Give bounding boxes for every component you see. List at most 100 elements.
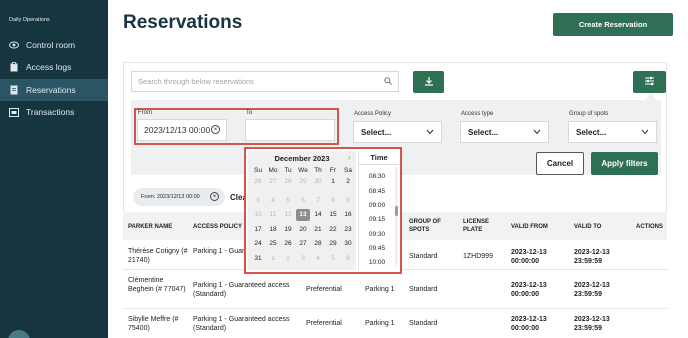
- avatar[interactable]: [8, 330, 30, 338]
- calendar-day[interactable]: 29: [296, 176, 310, 188]
- time-option[interactable]: 08:30: [359, 173, 395, 180]
- access-type-select[interactable]: Select...: [460, 121, 549, 143]
- sliders-icon: [644, 73, 655, 91]
- sidebar-item-label: Control room: [26, 40, 76, 50]
- cell-valid-to: 2023-12-13 23:59:59: [574, 249, 610, 266]
- calendar-day[interactable]: 28: [281, 176, 295, 188]
- column-header-parker-name[interactable]: PARKER NAME: [128, 223, 172, 231]
- create-reservation-button[interactable]: Create Reservation: [553, 13, 673, 36]
- sidebar-item-transactions[interactable]: Transactions: [0, 101, 108, 123]
- group-of-spots-value: Select...: [576, 127, 607, 137]
- calendar-day[interactable]: 1: [326, 176, 340, 188]
- time-option[interactable]: 09:45: [359, 245, 395, 252]
- next-month-icon[interactable]: ›: [348, 153, 351, 162]
- cell-access-type: Preferential: [306, 286, 342, 293]
- calendar-day[interactable]: 11: [266, 209, 280, 221]
- calendar-day[interactable]: 14: [311, 209, 325, 221]
- calendar-day[interactable]: 7: [311, 195, 325, 207]
- column-header-actions: ACTIONS: [636, 224, 663, 230]
- cell-parker-name[interactable]: Sibylle Meffre (# 75400): [128, 315, 188, 333]
- calendar-day[interactable]: 13: [296, 209, 310, 221]
- time-option[interactable]: 09:00: [359, 202, 395, 209]
- calendar-day[interactable]: 4: [266, 195, 280, 207]
- cell-valid-to: 2023-12-13 23:59:59: [574, 282, 610, 299]
- calendar-day[interactable]: 8: [326, 195, 340, 207]
- calendar-day[interactable]: 26: [281, 238, 295, 250]
- calendar-day[interactable]: 28: [311, 238, 325, 250]
- calendar-day[interactable]: 3: [251, 195, 265, 207]
- calendar-day[interactable]: 31: [251, 253, 265, 265]
- column-header-valid-to[interactable]: VALID TO: [574, 223, 601, 231]
- calendar-weekday: Mo: [268, 167, 278, 174]
- time-option[interactable]: 09:30: [359, 231, 395, 238]
- remove-filter-icon[interactable]: ×: [210, 192, 219, 201]
- calendar-day[interactable]: 21: [311, 224, 325, 236]
- calendar-day[interactable]: 15: [326, 209, 340, 221]
- calendar-day[interactable]: 3: [296, 253, 310, 265]
- search-input[interactable]: Search through below reservations: [131, 71, 399, 92]
- calendar-weekday: Th: [314, 167, 322, 174]
- calendar-day[interactable]: 6: [341, 253, 355, 265]
- time-header: Time: [359, 151, 399, 165]
- calendar-day[interactable]: 16: [341, 209, 355, 221]
- column-header-access-policy[interactable]: ACCESS POLICY: [193, 223, 242, 231]
- group-of-spots-select[interactable]: Select...: [568, 121, 657, 143]
- calendar-day[interactable]: 19: [281, 224, 295, 236]
- time-option[interactable]: 09:15: [359, 216, 395, 223]
- calendar-day[interactable]: 26: [251, 176, 265, 188]
- to-label: To: [246, 110, 253, 116]
- time-option[interactable]: 08:45: [359, 188, 395, 195]
- calendar-weekday: Tu: [284, 167, 292, 174]
- calendar-day[interactable]: 9: [341, 195, 355, 207]
- calendar-day[interactable]: 2: [281, 253, 295, 265]
- calendar-day[interactable]: 12: [281, 209, 295, 221]
- chevron-down-icon: [426, 128, 434, 137]
- calendar-day[interactable]: 1: [266, 253, 280, 265]
- column-header-group-of-spots[interactable]: GROUP OF SPOTS: [409, 218, 449, 234]
- access-type-label: Access type: [461, 111, 494, 117]
- calendar-day[interactable]: 24: [251, 238, 265, 250]
- time-scrollbar[interactable]: [395, 167, 398, 267]
- calendar-day[interactable]: 22: [326, 224, 340, 236]
- calendar-day[interactable]: 2: [341, 176, 355, 188]
- cancel-button[interactable]: Cancel: [536, 152, 584, 175]
- calendar-day[interactable]: 10: [251, 209, 265, 221]
- cell-parker-name[interactable]: Clémentine Beghein (# 77047): [128, 276, 188, 294]
- time-option[interactable]: 10:00: [359, 259, 395, 266]
- column-header-license-plate[interactable]: LICENSE PLATE: [463, 218, 503, 234]
- calendar-day[interactable]: 30: [341, 238, 355, 250]
- calendar-day[interactable]: 5: [281, 195, 295, 207]
- sidebar-item-access-logs[interactable]: Access logs: [0, 56, 108, 78]
- clear-from-icon[interactable]: ×: [211, 125, 220, 134]
- calendar-day[interactable]: 18: [266, 224, 280, 236]
- calendar-day[interactable]: 6: [296, 195, 310, 207]
- calendar-day[interactable]: 27: [296, 238, 310, 250]
- cell-parker-name[interactable]: Thérèse Cotigny (# 21740): [128, 247, 188, 265]
- calendar-day[interactable]: 20: [296, 224, 310, 236]
- calendar-day[interactable]: 30: [311, 176, 325, 188]
- filter-toggle-button[interactable]: [633, 71, 666, 93]
- receipt-icon: [9, 107, 19, 117]
- calendar-day[interactable]: 25: [266, 238, 280, 250]
- to-date-input[interactable]: [245, 119, 335, 141]
- clipboard-icon: [9, 62, 19, 72]
- access-policy-label: Access Policy: [354, 111, 392, 117]
- column-header-valid-from[interactable]: VALID FROM: [511, 223, 548, 231]
- sidebar-item-reservations[interactable]: Reservations: [0, 79, 108, 101]
- cell-group: Standard: [409, 320, 438, 327]
- sidebar-item-control-room[interactable]: Control room: [0, 34, 108, 56]
- time-scrollbar-thumb[interactable]: [395, 206, 398, 216]
- calendar-day[interactable]: 27: [266, 176, 280, 188]
- calendar-day[interactable]: 29: [326, 238, 340, 250]
- download-button[interactable]: [413, 71, 444, 93]
- calendar-month: December 2023: [274, 154, 330, 163]
- access-policy-value: Select...: [361, 127, 392, 137]
- calendar-day[interactable]: 23: [341, 224, 355, 236]
- calendar-day[interactable]: 5: [326, 253, 340, 265]
- apply-filters-button[interactable]: Apply filters: [591, 152, 658, 175]
- calendar-day[interactable]: 4: [311, 253, 325, 265]
- cell-access-policy: Parking 1 - Guaranteed access (Standard): [193, 282, 290, 299]
- access-policy-select[interactable]: Select...: [353, 121, 442, 143]
- calendar-day[interactable]: 17: [251, 224, 265, 236]
- group-of-spots-label: Group of spots: [569, 111, 609, 117]
